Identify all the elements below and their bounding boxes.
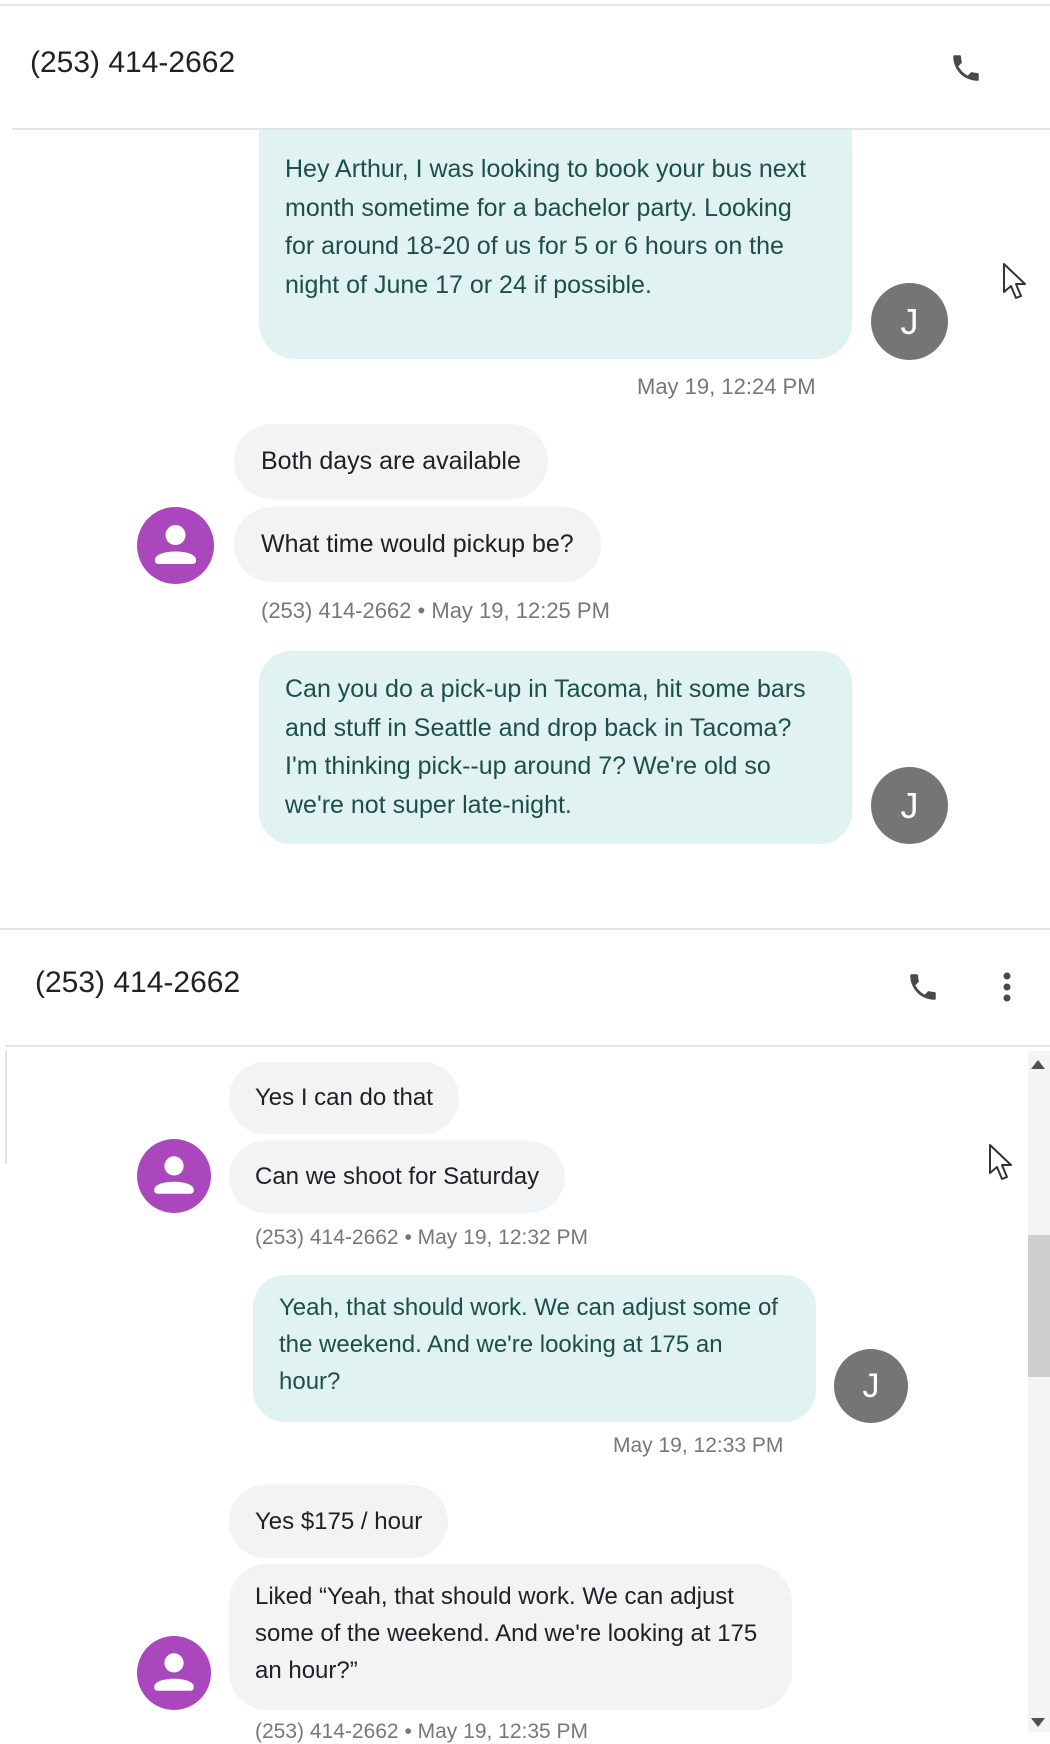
self-avatar: J [871,767,948,844]
scrollbar-thumb[interactable] [1028,1235,1050,1377]
message-meta: (253) 414-2662 • May 19, 12:25 PM [261,598,610,623]
message-meta: (253) 414-2662 • May 19, 12:35 PM [255,1720,589,1743]
contact-avatar-icon [137,1636,211,1710]
conversation-title: (253) 414-2662 [35,966,241,999]
incoming-message[interactable]: Can we shoot for Saturday [229,1141,566,1213]
incoming-message[interactable]: Liked “Yeah, that should work. We can ad… [229,1564,792,1710]
contact-avatar-icon [137,1139,211,1213]
phone-icon[interactable] [903,967,943,1007]
scroll-down-icon[interactable] [1031,1718,1045,1727]
mouse-cursor-icon [1003,263,1026,299]
contact-avatar-icon [137,507,214,584]
more-vert-icon[interactable] [987,967,1027,1007]
incoming-message[interactable]: What time would pickup be? [234,507,601,582]
incoming-message[interactable]: Both days are available [234,424,548,499]
panel-left-border [0,1050,7,1164]
self-avatar: J [871,283,948,360]
mouse-cursor-icon [989,1144,1012,1180]
conversation-title: (253) 414-2662 [30,46,236,79]
top-divider [0,4,1050,6]
message-timestamp: May 19, 12:24 PM [637,374,816,399]
message-meta: (253) 414-2662 • May 19, 12:32 PM [255,1226,589,1249]
outgoing-message[interactable]: Hey Arthur, I was looking to book your b… [259,130,852,359]
phone-icon[interactable] [946,48,986,88]
outgoing-message[interactable]: Can you do a pick-up in Tacoma, hit some… [259,651,852,844]
scrollbar-track[interactable] [1028,1051,1050,1732]
scroll-up-icon[interactable] [1031,1060,1045,1069]
outgoing-message[interactable]: Yeah, that should work. We can adjust so… [253,1275,816,1422]
header-divider [5,1045,1050,1047]
self-avatar: J [834,1349,908,1423]
incoming-message[interactable]: Yes I can do that [229,1062,459,1134]
panel-divider [0,928,1050,930]
incoming-message[interactable]: Yes $175 / hour [229,1485,449,1558]
conversation-panel-top: (253) 414-2662 Hey Arthur, I was looking… [0,0,1050,928]
message-timestamp: May 19, 12:33 PM [613,1434,784,1457]
